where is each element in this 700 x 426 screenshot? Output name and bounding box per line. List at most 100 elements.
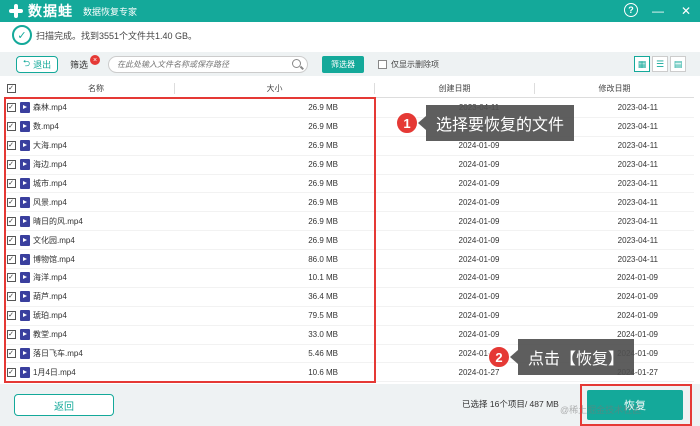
scan-complete-check-icon: ✓ — [12, 25, 32, 45]
row-checkbox[interactable]: ✓ — [6, 292, 16, 302]
select-all-checkbox[interactable]: ✓ — [6, 84, 16, 93]
row-checkbox[interactable]: ✓ — [6, 141, 16, 151]
row-checkbox[interactable]: ✓ — [6, 235, 16, 245]
file-name: 森林.mp4 — [33, 103, 67, 113]
toolbar: ⮌ 退出 筛选 × 筛选器 仅显示删除项 ▦ ☰ ▤ — [0, 52, 700, 76]
file-modified-date: 2023-04-11 — [617, 216, 658, 226]
file-created-date: 2024-01-09 — [458, 197, 500, 207]
step1-number: 1 — [396, 112, 418, 134]
file-modified-date: 2024-01-09 — [617, 311, 658, 321]
only-deleted-checkbox[interactable] — [378, 59, 388, 69]
list-view-icon[interactable]: ☰ — [652, 56, 668, 72]
file-created-date: 2024-01-09 — [458, 160, 500, 170]
column-size-header[interactable]: 大小 — [174, 83, 374, 94]
filter-label: 筛选 — [70, 59, 89, 70]
file-size: 79.5 MB — [308, 311, 338, 321]
row-checkbox[interactable]: ✓ — [6, 254, 16, 264]
search-input[interactable] — [109, 56, 290, 72]
row-checkbox[interactable]: ✓ — [6, 349, 16, 359]
file-row[interactable]: ✓森林.mp426.9 MB2023-04-112023-04-11 — [4, 99, 694, 118]
minimize-button[interactable]: — — [650, 3, 666, 19]
grid-view-icon[interactable]: ▦ — [634, 56, 650, 72]
search-icon[interactable] — [292, 58, 302, 68]
video-file-icon — [20, 253, 30, 265]
row-checkbox[interactable]: ✓ — [6, 311, 16, 321]
row-checkbox[interactable]: ✓ — [6, 216, 16, 226]
file-name: 数.mp4 — [33, 122, 59, 132]
app-name: 数据蛙 — [28, 3, 73, 19]
file-size: 10.1 MB — [308, 273, 338, 283]
column-created-header[interactable]: 创建日期 — [374, 83, 534, 94]
file-row[interactable]: ✓ 海洋.mp4 10.1 MB 2024-01-09 2024-01-09 — [4, 269, 694, 288]
step2-number: 2 — [488, 346, 510, 368]
file-row[interactable]: ✓ 葫芦.mp4 36.4 MB 2024-01-09 2024-01-09 — [4, 288, 694, 307]
file-created-date: 2024-01-09 — [458, 311, 500, 321]
video-file-icon — [20, 234, 30, 246]
only-deleted-toggle[interactable]: 仅显示删除项 — [378, 59, 439, 70]
file-name: 博物馆.mp4 — [33, 254, 75, 264]
step2-callout: 2 点击【恢复】 — [488, 339, 635, 375]
video-file-icon — [20, 272, 30, 284]
step1-text: 选择要恢复的文件 — [417, 105, 575, 141]
file-size: 26.9 MB — [308, 160, 338, 170]
row-checkbox[interactable]: ✓ — [6, 179, 16, 188]
row-checkbox[interactable]: ✓ — [6, 330, 16, 340]
file-name: 晴日的风.mp4 — [33, 216, 83, 226]
clear-filter-icon[interactable]: × — [90, 55, 101, 65]
title-bar: 数据蛙 数据恢复专家 ? — ✕ — [0, 0, 700, 22]
file-row[interactable]: ✓ 文化园.mp4 26.9 MB 2024-01-09 2023-04-11 — [4, 231, 694, 251]
help-button[interactable]: ? — [624, 3, 638, 17]
row-checkbox[interactable]: ✓ — [6, 197, 16, 207]
file-modified-date: 2023-04-11 — [617, 141, 658, 151]
row-checkbox[interactable]: ✓ — [6, 103, 16, 113]
column-modified-header[interactable]: 修改日期 — [534, 83, 694, 94]
video-file-icon — [20, 102, 30, 114]
file-name: 海洋.mp4 — [33, 273, 67, 283]
app-logo: 数据蛙 — [8, 1, 73, 21]
file-row[interactable]: ✓ 海边.mp4 26.9 MB 2024-01-09 2023-04-11 — [4, 156, 694, 175]
file-row[interactable]: ✓ 晴日的风.mp4 26.9 MB 2024-01-09 2023-04-11 — [4, 212, 694, 232]
file-modified-date: 2023-04-11 — [617, 179, 658, 188]
file-name: 文化园.mp4 — [33, 235, 75, 245]
row-checkbox[interactable]: ✓ — [6, 273, 16, 283]
scan-status-text: 扫描完成。找到3551个文件共1.40 GB。 — [36, 30, 198, 41]
step2-text: 点击【恢复】 — [509, 339, 635, 375]
app-subtitle: 数据恢复专家 — [83, 6, 138, 17]
row-checkbox[interactable]: ✓ — [6, 367, 16, 377]
detail-view-icon[interactable]: ▤ — [670, 56, 686, 72]
file-size: 26.9 MB — [308, 216, 338, 226]
window-controls: ? — ✕ — [624, 3, 694, 19]
row-checkbox[interactable]: ✓ — [6, 122, 16, 132]
plus-logo-icon — [8, 3, 24, 19]
video-file-icon — [20, 215, 30, 227]
file-row[interactable]: ✓ 博物馆.mp4 86.0 MB 2024-01-09 2023-04-11 — [4, 250, 694, 270]
file-created-date: 2024-01-09 — [458, 179, 500, 188]
file-row[interactable]: ✓ 大海.mp4 26.9 MB 2024-01-09 2023-04-11 — [4, 137, 694, 156]
row-checkbox[interactable]: ✓ — [6, 160, 16, 170]
search-box — [108, 55, 309, 73]
file-row[interactable]: ✓数.mp426.9 MB2023-04-112023-04-11 — [4, 118, 694, 137]
video-file-icon — [20, 159, 30, 171]
video-file-icon — [20, 329, 30, 341]
close-button[interactable]: ✕ — [678, 3, 694, 19]
file-modified-date: 2024-01-09 — [617, 292, 658, 302]
file-name: 教堂.mp4 — [33, 330, 67, 340]
filter-button[interactable]: 筛选器 — [322, 55, 365, 73]
exit-button[interactable]: ⮌ 退出 — [16, 55, 58, 73]
back-button[interactable]: 返回 — [14, 394, 114, 416]
scan-status-bar: ✓ 扫描完成。找到3551个文件共1.40 GB。 — [0, 22, 700, 48]
file-row[interactable]: ✓ 琥珀.mp4 79.5 MB 2024-01-09 2024-01-09 — [4, 307, 694, 326]
file-name: 1月4日.mp4 — [33, 367, 76, 377]
file-row[interactable]: ✓ 风景.mp4 26.9 MB 2024-01-09 2023-04-11 — [4, 193, 694, 213]
video-file-icon — [20, 291, 30, 303]
file-size: 26.9 MB — [308, 197, 338, 207]
file-row[interactable]: ✓ 城市.mp4 26.9 MB 2024-01-09 2023-04-11 — [4, 175, 694, 194]
file-size: 33.0 MB — [308, 330, 338, 340]
file-size: 10.6 MB — [308, 367, 338, 377]
column-name-header[interactable]: 名称 — [18, 83, 174, 94]
file-created-date: 2024-01-09 — [458, 292, 500, 302]
file-size: 26.9 MB — [308, 103, 338, 113]
video-file-icon — [20, 121, 30, 133]
file-created-date: 2024-01-09 — [458, 141, 500, 151]
back-arrow-icon: ⮌ — [22, 58, 31, 68]
